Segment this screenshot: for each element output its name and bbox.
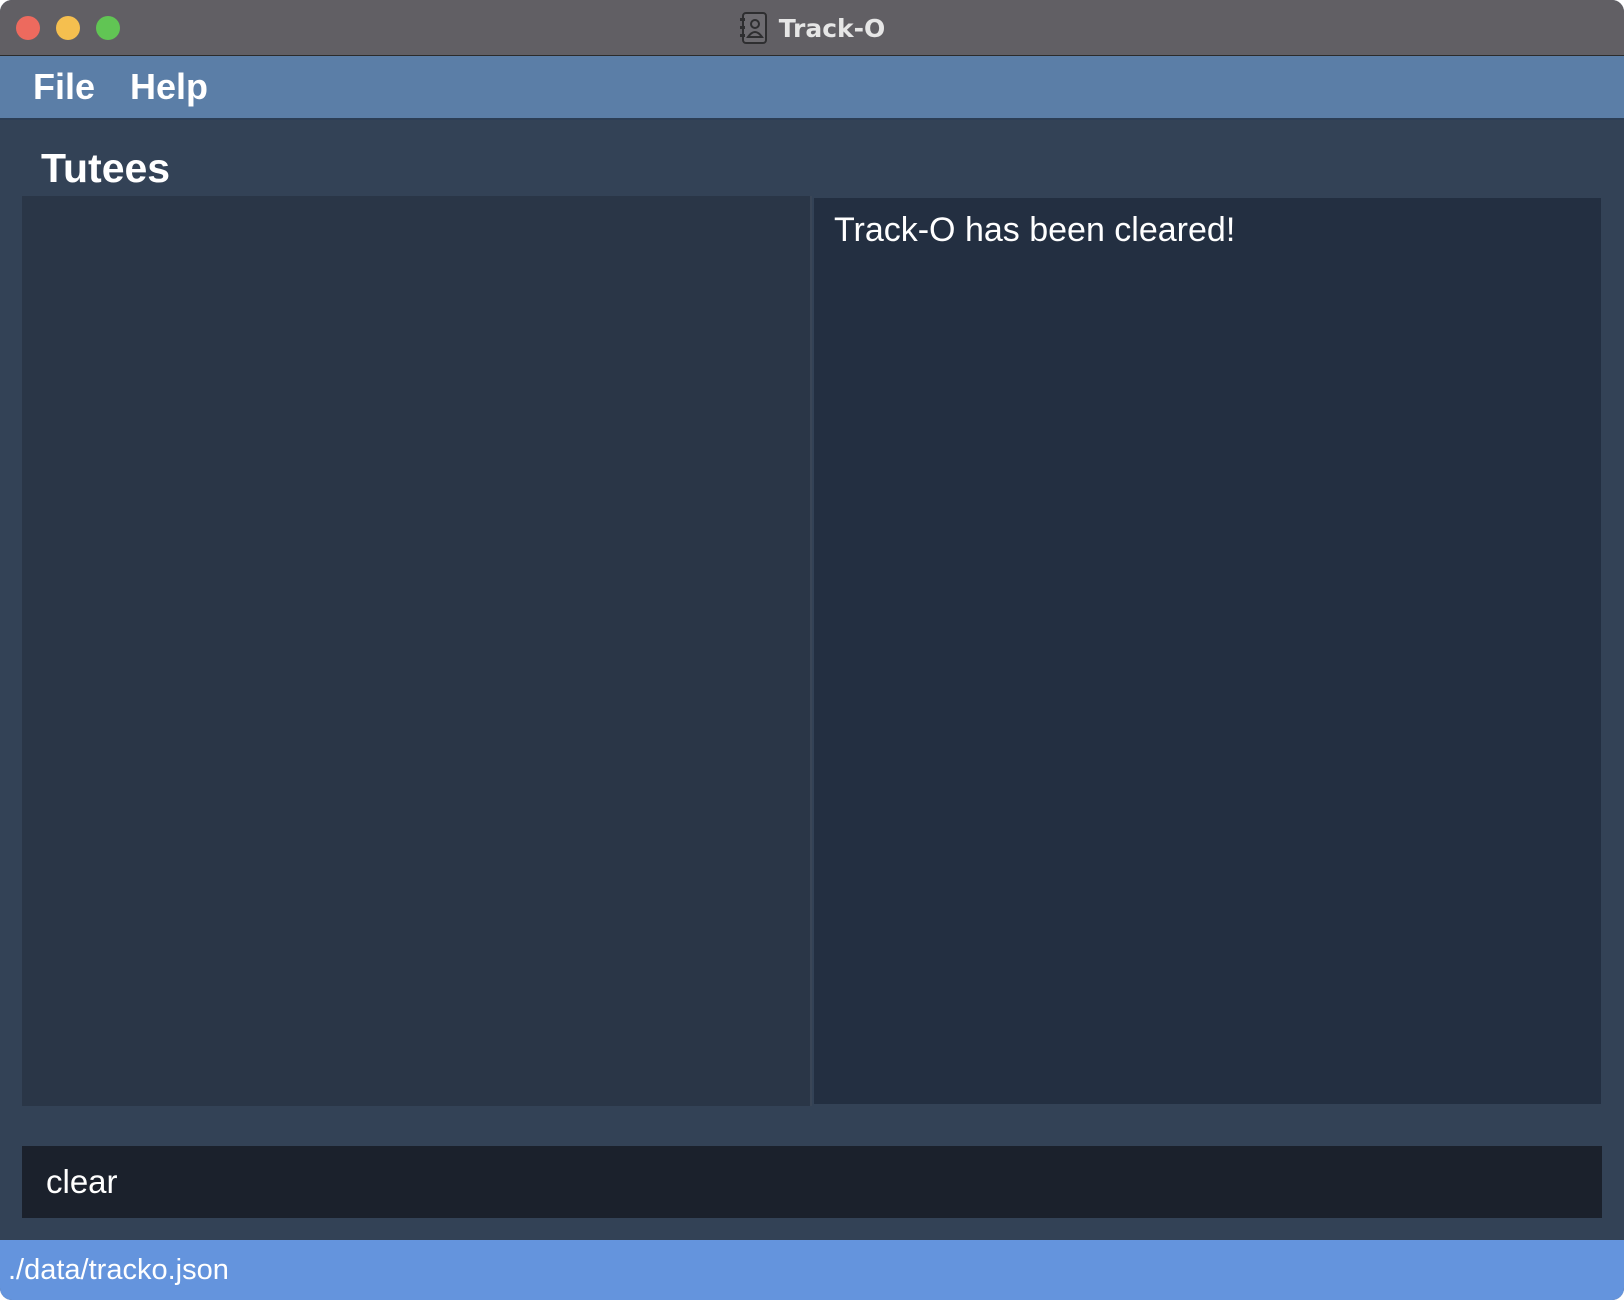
tutees-heading: Tutees	[41, 145, 171, 191]
result-display-panel: Track-O has been cleared!	[814, 198, 1601, 1104]
status-bar: ./data/tracko.json	[0, 1240, 1624, 1300]
window-title-group: Track-O	[0, 0, 1624, 56]
result-message: Track-O has been cleared!	[834, 211, 1236, 249]
save-file-path: ./data/tracko.json	[8, 1254, 229, 1286]
tutee-list-panel[interactable]	[22, 196, 812, 1106]
menu-file[interactable]: File	[33, 66, 95, 108]
command-input[interactable]	[22, 1146, 1602, 1218]
app-window: Track-O File Help Tutees Track-O has bee…	[0, 0, 1624, 1300]
title-bar: Track-O	[0, 0, 1624, 56]
window-title: Track-O	[778, 13, 886, 43]
menu-bar: File Help	[0, 56, 1624, 120]
menu-help[interactable]: Help	[130, 66, 208, 108]
address-book-icon	[739, 12, 767, 44]
